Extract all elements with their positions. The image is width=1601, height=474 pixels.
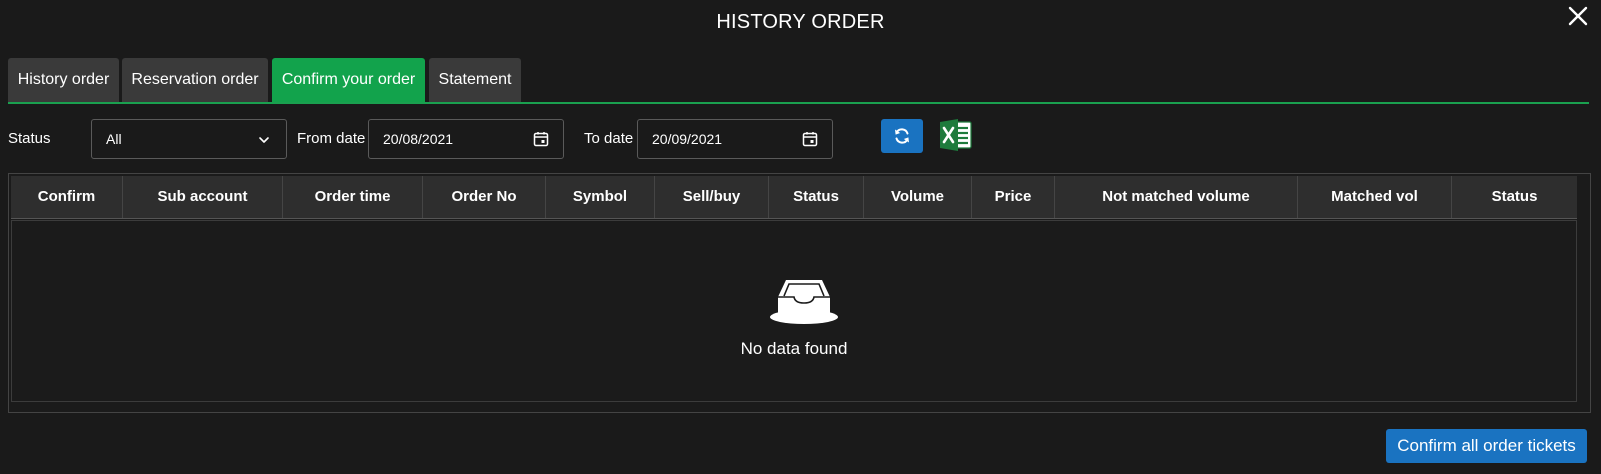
column-header-status: Status <box>769 176 864 218</box>
status-select[interactable]: All <box>91 119 287 159</box>
status-filter-label: Status <box>8 130 51 147</box>
empty-inbox-icon <box>770 280 838 324</box>
close-button[interactable] <box>1566 3 1590 29</box>
tab-history-order[interactable]: History order <box>8 58 119 102</box>
column-header-price: Price <box>972 176 1055 218</box>
excel-icon <box>940 119 972 151</box>
column-header-confirm: Confirm <box>11 176 123 218</box>
from-date-label: From date <box>297 130 366 147</box>
history-order-modal: HISTORY ORDER History order Reservation … <box>0 0 1601 474</box>
tab-reservation-order[interactable]: Reservation order <box>122 58 268 102</box>
column-header-matched-vol: Matched vol <box>1298 176 1452 218</box>
empty-state-text: No data found <box>740 339 848 358</box>
status-select-value: All <box>106 131 122 147</box>
tab-statement[interactable]: Statement <box>429 58 521 102</box>
confirm-all-button[interactable]: Confirm all order tickets <box>1386 429 1587 463</box>
column-header-sub-account: Sub account <box>123 176 283 218</box>
column-header-volume: Volume <box>864 176 972 218</box>
from-date-value: 20/08/2021 <box>383 131 454 147</box>
refresh-icon <box>895 128 909 144</box>
to-date-input[interactable]: 20/09/2021 <box>637 119 833 159</box>
close-icon <box>1568 6 1588 26</box>
column-header-status-2: Status <box>1491 188 1538 205</box>
tab-confirm-your-order[interactable]: Confirm your order <box>272 58 425 102</box>
column-header-not-matched-volume: Not matched volume <box>1055 176 1298 218</box>
column-header-sell-buy: Sell/buy <box>655 176 769 218</box>
excel-export-button[interactable] <box>939 119 973 151</box>
tab-bar: History order Reservation order Confirm … <box>8 58 1589 104</box>
from-date-input[interactable]: 20/08/2021 <box>368 119 564 159</box>
orders-table: Confirm Sub account Order time Order No … <box>8 173 1591 413</box>
modal-title: HISTORY ORDER <box>716 11 885 33</box>
column-header-symbol: Symbol <box>546 176 655 218</box>
column-header-order-no: Order No <box>423 176 546 218</box>
table-header: Confirm Sub account Order time Order No … <box>11 176 1577 219</box>
to-date-label: To date <box>584 130 634 147</box>
table-body: No data found <box>11 220 1577 402</box>
calendar-icon[interactable] <box>802 131 818 147</box>
refresh-button[interactable] <box>881 119 923 153</box>
calendar-icon[interactable] <box>533 131 549 147</box>
to-date-value: 20/09/2021 <box>652 131 723 147</box>
column-header-order-time: Order time <box>283 176 423 218</box>
filter-bar: Status All From date 20/08/2021 To date … <box>8 119 1008 159</box>
chevron-down-icon <box>259 137 269 143</box>
